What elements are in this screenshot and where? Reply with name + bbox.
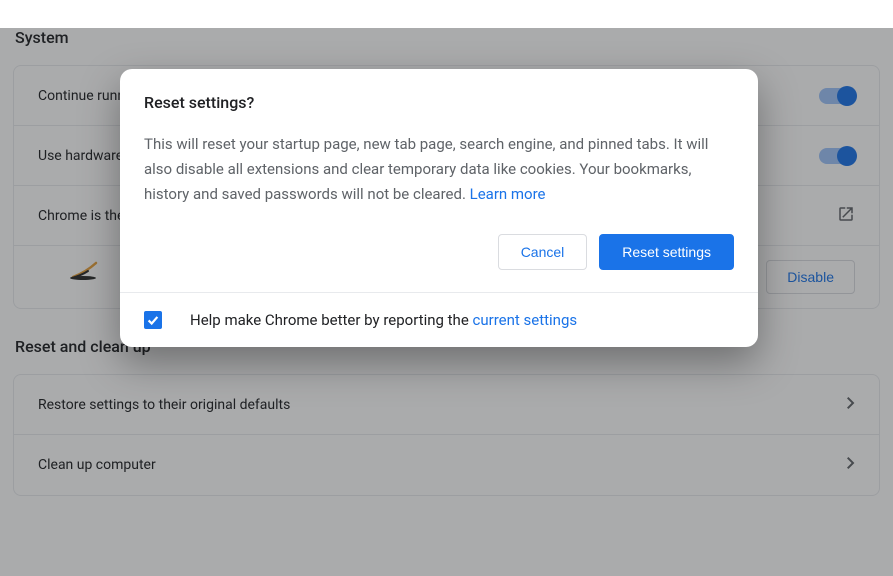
dialog-footer: Help make Chrome better by reporting the… bbox=[120, 292, 758, 347]
report-settings-checkbox[interactable] bbox=[144, 311, 162, 329]
dialog-title: Reset settings? bbox=[144, 93, 734, 112]
footer-text: Help make Chrome better by reporting the… bbox=[190, 311, 577, 329]
dialog-body: This will reset your startup page, new t… bbox=[144, 132, 734, 206]
cancel-button[interactable]: Cancel bbox=[498, 234, 588, 270]
footer-prefix: Help make Chrome better by reporting the bbox=[190, 311, 473, 329]
dialog-content: Reset settings? This will reset your sta… bbox=[120, 69, 758, 292]
dialog-actions: Cancel Reset settings bbox=[144, 234, 734, 270]
dialog-body-text: This will reset your startup page, new t… bbox=[144, 135, 708, 203]
reset-settings-button[interactable]: Reset settings bbox=[599, 234, 734, 270]
current-settings-link[interactable]: current settings bbox=[473, 311, 578, 329]
reset-settings-dialog: Reset settings? This will reset your sta… bbox=[120, 69, 758, 347]
learn-more-link[interactable]: Learn more bbox=[470, 185, 546, 203]
